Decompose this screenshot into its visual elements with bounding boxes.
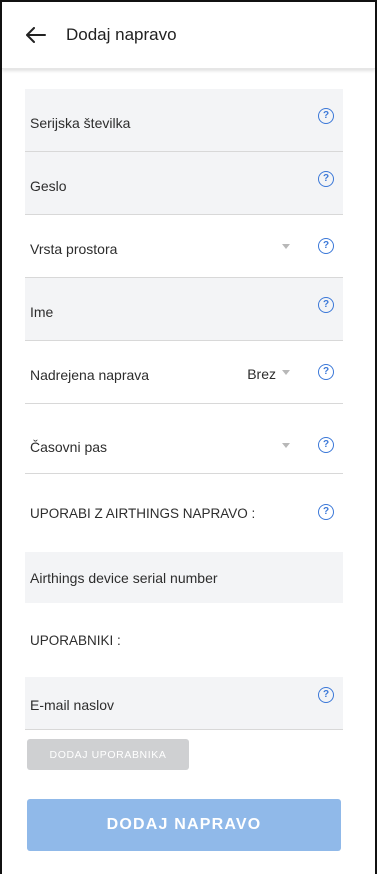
serial-number-label: Serijska številka <box>30 115 131 131</box>
timezone-label: Časovni pas <box>30 439 108 455</box>
serial-number-field[interactable]: Serijska številka ? <box>25 89 343 152</box>
add-user-button[interactable]: DODAJ UPORABNIKA <box>27 739 189 770</box>
app-screen: Dodaj napravo Serijska številka ? Geslo … <box>0 0 377 874</box>
dropdown-caret-icon <box>282 370 290 375</box>
help-icon[interactable]: ? <box>318 297 334 313</box>
airthings-serial-label: Airthings device serial number <box>30 570 218 586</box>
help-icon[interactable]: ? <box>318 504 334 520</box>
name-field[interactable]: Ime ? <box>25 278 343 341</box>
timezone-select[interactable]: Časovni pas ? <box>25 404 343 474</box>
dropdown-caret-icon <box>282 244 290 249</box>
airthings-section-text: UPORABI Z AIRTHINGS NAPRAVO : <box>30 505 256 521</box>
users-section-text: UPORABNIKI : <box>30 632 121 648</box>
help-icon[interactable]: ? <box>318 108 334 124</box>
help-icon[interactable]: ? <box>318 437 334 453</box>
airthings-section-label: UPORABI Z AIRTHINGS NAPRAVO : ? <box>25 474 343 552</box>
airthings-serial-field[interactable]: Airthings device serial number <box>25 552 343 603</box>
space-type-select[interactable]: Vrsta prostora ? <box>25 215 343 278</box>
email-field[interactable]: E-mail naslov ? <box>25 677 343 730</box>
app-bar: Dodaj napravo <box>2 2 375 69</box>
parent-device-value: Brez <box>247 366 276 382</box>
arrow-left-icon <box>26 27 46 43</box>
page-title: Dodaj napravo <box>66 25 177 44</box>
users-section-label: UPORABNIKI : <box>25 603 343 677</box>
help-icon[interactable]: ? <box>318 238 334 254</box>
back-button[interactable] <box>12 11 60 59</box>
password-label: Geslo <box>30 178 67 194</box>
dropdown-caret-icon <box>282 443 290 448</box>
help-icon[interactable]: ? <box>318 364 334 380</box>
parent-device-select[interactable]: Nadrejena naprava Brez ? <box>25 341 343 404</box>
password-field[interactable]: Geslo ? <box>25 152 343 215</box>
help-icon[interactable]: ? <box>318 171 334 187</box>
add-device-button[interactable]: DODAJ NAPRAVO <box>27 799 341 851</box>
email-label: E-mail naslov <box>30 697 115 713</box>
add-device-form: Serijska številka ? Geslo ? Vrsta prosto… <box>25 89 343 730</box>
help-icon[interactable]: ? <box>318 687 334 703</box>
name-label: Ime <box>30 304 54 320</box>
parent-device-label: Nadrejena naprava <box>30 367 150 383</box>
space-type-label: Vrsta prostora <box>30 241 118 257</box>
